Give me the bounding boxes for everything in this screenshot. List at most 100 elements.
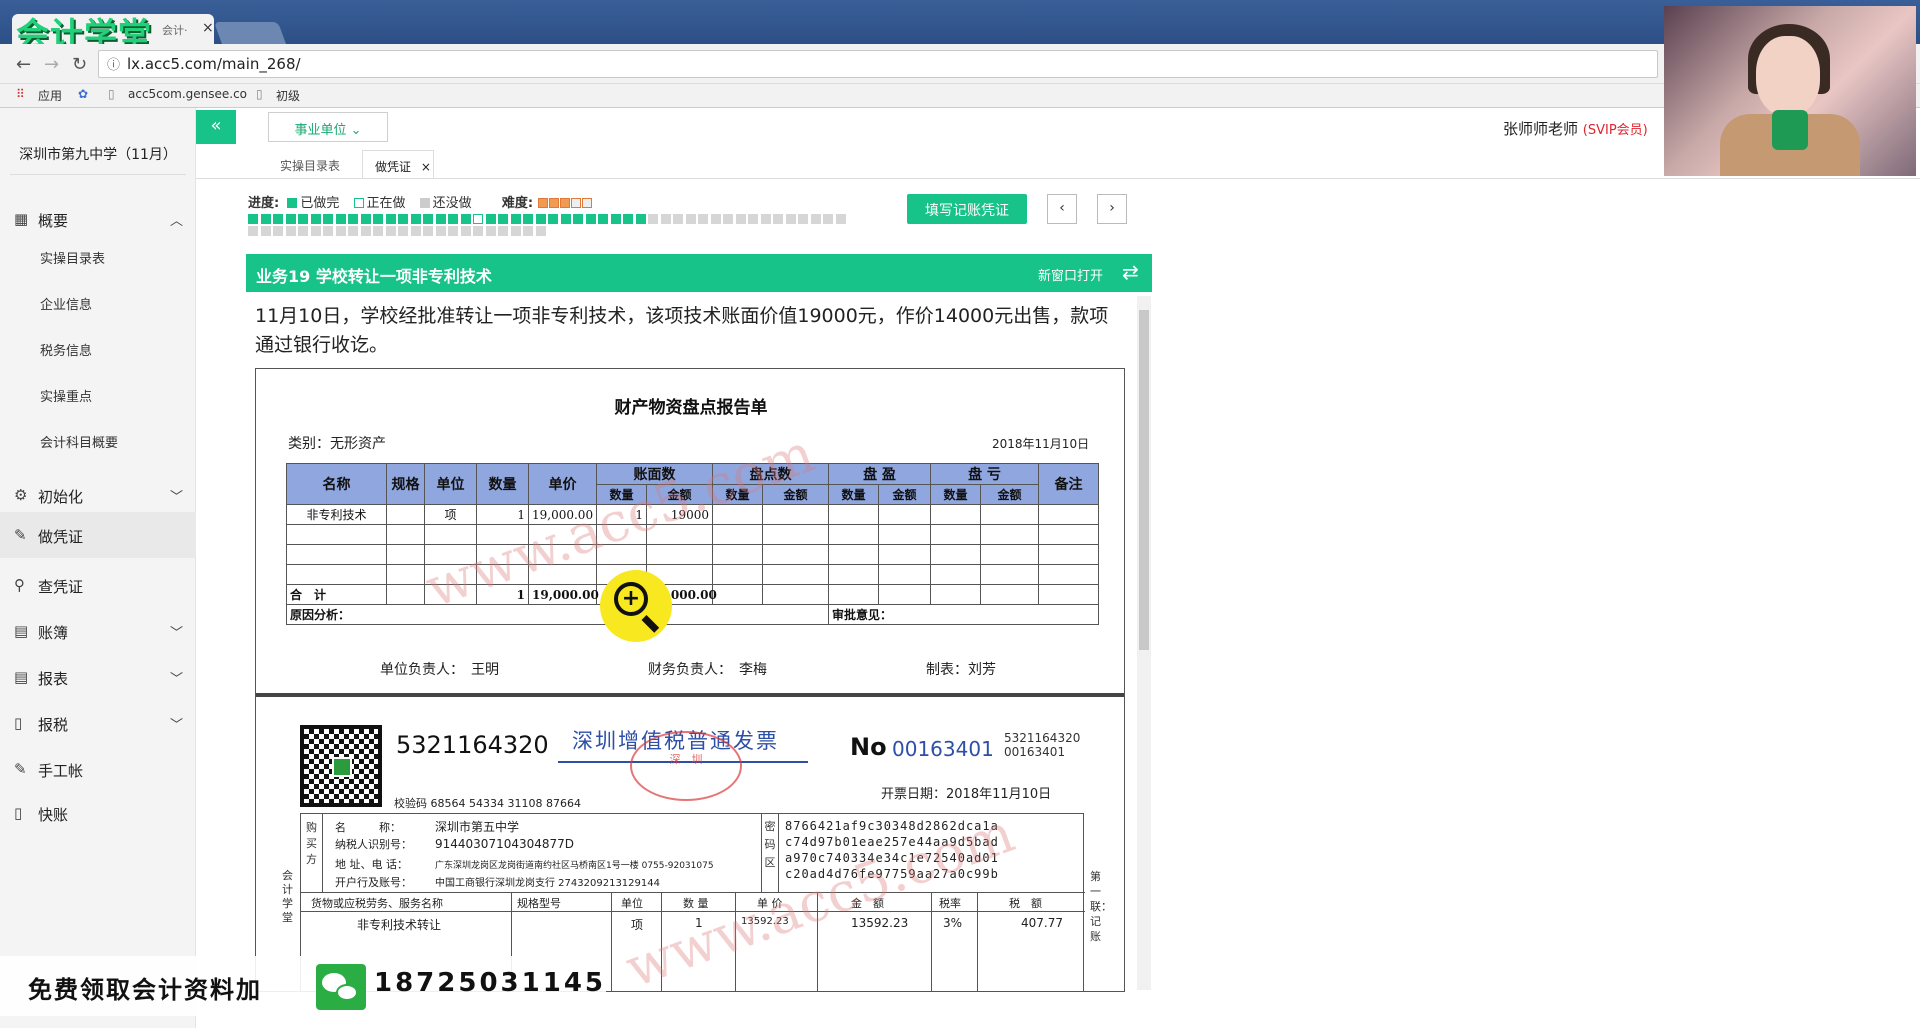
progress-block[interactable]	[798, 214, 808, 224]
progress-block[interactable]	[748, 214, 758, 224]
bookmark-gensee[interactable]: acc5com.gensee.co	[128, 87, 247, 101]
apps-icon[interactable]: ⠿	[16, 87, 25, 101]
progress-block[interactable]	[448, 214, 458, 224]
progress-block[interactable]	[498, 214, 508, 224]
progress-block[interactable]	[523, 226, 533, 236]
sidebar-sub-keypoints[interactable]: 实操重点	[40, 386, 92, 405]
progress-block[interactable]	[623, 214, 633, 224]
sidebar-item-overview[interactable]: ▦ 概要 ︿	[0, 200, 196, 240]
info-icon[interactable]: ⓘ	[107, 54, 120, 73]
progress-block[interactable]	[473, 226, 483, 236]
fill-voucher-button[interactable]: 填写记账凭证	[907, 194, 1027, 224]
progress-block[interactable]	[485, 226, 496, 236]
progress-block[interactable]	[510, 226, 521, 236]
progress-block[interactable]	[523, 214, 533, 224]
progress-block[interactable]	[398, 214, 408, 224]
sidebar-item-init[interactable]: ⚙ 初始化 ﹀	[0, 476, 196, 516]
sidebar-item-quick-books[interactable]: ▯ 快账	[0, 794, 196, 834]
progress-block[interactable]	[373, 226, 383, 236]
sidebar-sub-tax[interactable]: 税务信息	[40, 340, 92, 359]
progress-block[interactable]	[310, 226, 321, 236]
sidebar-sub-company[interactable]: 企业信息	[40, 294, 92, 313]
progress-block[interactable]	[410, 226, 421, 236]
progress-block[interactable]	[423, 214, 433, 224]
progress-block[interactable]	[535, 226, 546, 236]
progress-block[interactable]	[473, 214, 483, 224]
progress-block[interactable]	[285, 214, 296, 224]
progress-block[interactable]	[660, 214, 671, 224]
tab-catalog[interactable]: 实操目录表	[280, 150, 356, 178]
scrollbar-thumb[interactable]	[1139, 310, 1149, 650]
progress-block[interactable]	[460, 214, 471, 224]
progress-block[interactable]	[635, 214, 646, 224]
progress-block[interactable]	[323, 226, 333, 236]
progress-block[interactable]	[435, 214, 446, 224]
reload-icon[interactable]: ↻	[72, 54, 87, 75]
progress-block[interactable]	[248, 214, 258, 224]
progress-block[interactable]	[535, 214, 546, 224]
unit-type-select[interactable]: 事业单位 ⌄	[268, 112, 388, 142]
progress-block[interactable]	[698, 214, 708, 224]
progress-block[interactable]	[760, 214, 771, 224]
prev-page-button[interactable]: ‹	[1047, 194, 1077, 224]
progress-block[interactable]	[323, 214, 333, 224]
progress-block[interactable]	[685, 214, 696, 224]
progress-block[interactable]	[348, 226, 358, 236]
progress-block[interactable]	[360, 226, 371, 236]
sidebar-sub-catalog[interactable]: 实操目录表	[40, 248, 105, 267]
new-tab-button[interactable]	[213, 22, 287, 44]
progress-block[interactable]	[723, 214, 733, 224]
progress-block[interactable]	[335, 214, 346, 224]
close-icon[interactable]: ×	[421, 160, 431, 174]
progress-block[interactable]	[785, 214, 796, 224]
progress-block[interactable]	[598, 214, 608, 224]
progress-block[interactable]	[398, 226, 408, 236]
progress-block[interactable]	[360, 214, 371, 224]
forward-icon[interactable]: →	[44, 54, 59, 75]
progress-block[interactable]	[585, 214, 596, 224]
progress-block[interactable]	[548, 214, 558, 224]
progress-block[interactable]	[648, 214, 658, 224]
progress-block[interactable]	[735, 214, 746, 224]
progress-block[interactable]	[298, 226, 308, 236]
progress-block[interactable]	[260, 214, 271, 224]
close-tab-icon[interactable]: ×	[202, 20, 214, 36]
progress-block[interactable]	[310, 214, 321, 224]
sidebar-item-tax-filing[interactable]: ▯ 报税 ﹀	[0, 704, 196, 744]
bookmark-apps[interactable]: 应用	[38, 87, 62, 104]
progress-block[interactable]	[348, 214, 358, 224]
address-bar[interactable]: ⓘ lx.acc5.com/main_268/	[98, 50, 1658, 78]
progress-block[interactable]	[435, 226, 446, 236]
open-new-window-link[interactable]: 新窗口打开	[1038, 265, 1103, 284]
tab-make-voucher[interactable]: 做凭证 ×	[362, 150, 434, 178]
progress-block[interactable]	[385, 214, 396, 224]
progress-block[interactable]	[560, 214, 571, 224]
progress-block[interactable]	[710, 214, 721, 224]
progress-block[interactable]	[773, 214, 783, 224]
progress-block[interactable]	[273, 226, 283, 236]
progress-block[interactable]	[423, 226, 433, 236]
progress-block[interactable]	[410, 214, 421, 224]
progress-block[interactable]	[335, 226, 346, 236]
progress-block[interactable]	[460, 226, 471, 236]
collapse-sidebar-button[interactable]: «	[196, 110, 236, 144]
progress-block[interactable]	[835, 214, 846, 224]
progress-block[interactable]	[673, 214, 683, 224]
progress-block[interactable]	[485, 214, 496, 224]
sidebar-item-make-voucher[interactable]: ✎ 做凭证	[0, 512, 196, 558]
next-page-button[interactable]: ›	[1097, 194, 1127, 224]
sidebar-sub-accounts[interactable]: 会计科目概要	[40, 432, 118, 451]
progress-block[interactable]	[373, 214, 383, 224]
progress-block[interactable]	[248, 226, 258, 236]
switch-icon[interactable]: ⇄	[1122, 260, 1139, 284]
progress-block[interactable]	[810, 214, 821, 224]
sidebar-item-view-voucher[interactable]: ⚲ 查凭证	[0, 566, 196, 606]
progress-block[interactable]	[273, 214, 283, 224]
progress-block[interactable]	[498, 226, 508, 236]
sidebar-item-manual-books[interactable]: ✎ 手工帐	[0, 750, 196, 790]
progress-block[interactable]	[260, 226, 271, 236]
progress-block[interactable]	[510, 214, 521, 224]
progress-block[interactable]	[610, 214, 621, 224]
progress-block[interactable]	[385, 226, 396, 236]
sidebar-item-ledger[interactable]: ▤ 账簿 ﹀	[0, 612, 196, 652]
